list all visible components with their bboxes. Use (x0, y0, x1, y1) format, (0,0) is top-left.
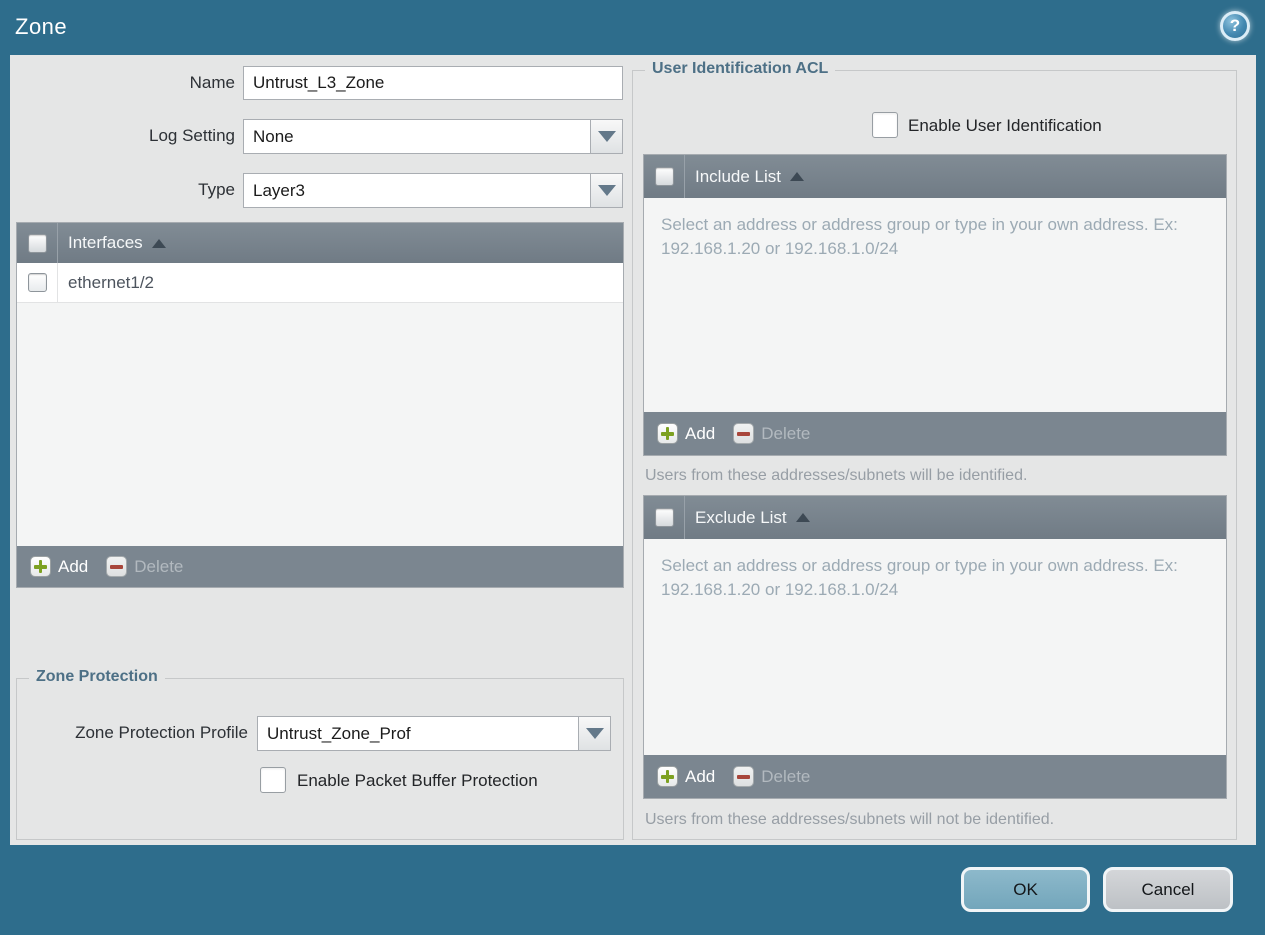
help-icon[interactable]: ? (1220, 11, 1250, 41)
exclude-list-table: Exclude List Select an address or addres… (643, 495, 1227, 799)
include-list-header[interactable]: Include List (644, 155, 1226, 198)
exclude-list-helper: Users from these addresses/subnets will … (645, 811, 1055, 828)
include-list-placeholder: Select an address or address group or ty… (661, 215, 1178, 259)
chevron-down-icon (597, 185, 616, 196)
include-list-toolbar: Add Delete (644, 412, 1226, 455)
delete-icon[interactable] (733, 766, 755, 787)
include-select-all-checkbox[interactable] (654, 167, 674, 186)
table-row[interactable]: ethernet1/2 (17, 263, 623, 303)
log-setting-dropdown-button[interactable] (590, 119, 623, 154)
add-button[interactable]: Add (58, 557, 88, 577)
interfaces-table: Interfaces ethernet1/2 Add Delete (16, 222, 624, 588)
exclude-list-toolbar: Add Delete (644, 755, 1226, 798)
dialog-title: Zone (15, 14, 68, 39)
zone-protection-section: Zone Protection Zone Protection Profile … (16, 668, 624, 840)
include-list-body[interactable]: Select an address or address group or ty… (644, 198, 1226, 412)
include-list-table: Include List Select an address or addres… (643, 154, 1227, 456)
delete-button[interactable]: Delete (134, 557, 183, 577)
exclude-list-body[interactable]: Select an address or address group or ty… (644, 539, 1226, 755)
include-add-button[interactable]: Add (685, 424, 715, 444)
interfaces-table-header[interactable]: Interfaces (17, 223, 623, 263)
log-setting-label: Log Setting (148, 126, 235, 145)
cancel-button[interactable]: Cancel (1103, 867, 1233, 912)
packet-buffer-protection-label: Enable Packet Buffer Protection (297, 771, 538, 790)
include-select-all-cell (644, 155, 685, 198)
dialog-titlebar: Zone ? (0, 0, 1265, 55)
row-checkbox[interactable] (27, 273, 47, 292)
packet-buffer-protection-checkbox[interactable] (260, 767, 286, 793)
include-list-helper: Users from these addresses/subnets will … (645, 467, 1028, 484)
interfaces-select-all-checkbox[interactable] (27, 233, 47, 253)
zone-protection-profile-value[interactable] (257, 716, 578, 751)
delete-icon[interactable] (733, 423, 755, 444)
delete-icon[interactable] (106, 556, 128, 577)
enable-user-identification-label: Enable User Identification (908, 116, 1102, 135)
log-setting-combo[interactable] (243, 119, 623, 154)
log-setting-value[interactable] (243, 119, 590, 154)
sort-ascending-icon (151, 238, 166, 248)
zone-protection-profile-label: Zone Protection Profile (75, 723, 248, 742)
zone-protection-profile-dropdown-button[interactable] (578, 716, 611, 751)
exclude-list-column-header[interactable]: Exclude List (695, 508, 787, 528)
interfaces-select-all-cell (17, 223, 58, 263)
interfaces-table-body: ethernet1/2 (17, 263, 623, 546)
name-label: Name (189, 73, 235, 92)
type-value[interactable] (243, 173, 590, 208)
exclude-add-button[interactable]: Add (685, 767, 715, 787)
zone-protection-profile-combo[interactable] (257, 716, 611, 751)
include-list-column-header[interactable]: Include List (695, 167, 781, 187)
exclude-list-placeholder: Select an address or address group or ty… (661, 556, 1178, 600)
exclude-list-header[interactable]: Exclude List (644, 496, 1226, 539)
row-checkbox-cell (17, 263, 58, 302)
interfaces-column-header[interactable]: Interfaces (68, 233, 143, 253)
type-label: Type (198, 180, 235, 199)
ok-button[interactable]: OK (961, 867, 1090, 912)
sort-ascending-icon (795, 513, 810, 522)
add-icon[interactable] (657, 766, 678, 787)
user-identification-acl-legend: User Identification ACL (645, 60, 836, 78)
interfaces-table-toolbar: Add Delete (17, 546, 623, 587)
exclude-delete-button[interactable]: Delete (761, 767, 810, 787)
zone-protection-legend: Zone Protection (29, 668, 165, 686)
exclude-select-all-cell (644, 496, 685, 539)
type-combo[interactable] (243, 173, 623, 208)
enable-user-identification-checkbox[interactable] (872, 112, 898, 138)
chevron-down-icon (585, 728, 604, 739)
type-dropdown-button[interactable] (590, 173, 623, 208)
chevron-down-icon (597, 131, 616, 142)
add-icon[interactable] (657, 423, 678, 444)
interface-name: ethernet1/2 (68, 273, 155, 292)
exclude-select-all-checkbox[interactable] (654, 508, 674, 527)
include-delete-button[interactable]: Delete (761, 424, 810, 444)
sort-ascending-icon (790, 172, 804, 181)
user-identification-acl-section: User Identification ACL Enable User Iden… (632, 60, 1237, 840)
dialog-body: Name Log Setting Type Interfaces (10, 55, 1256, 845)
add-icon[interactable] (30, 556, 51, 577)
zone-name-input[interactable] (243, 66, 623, 100)
